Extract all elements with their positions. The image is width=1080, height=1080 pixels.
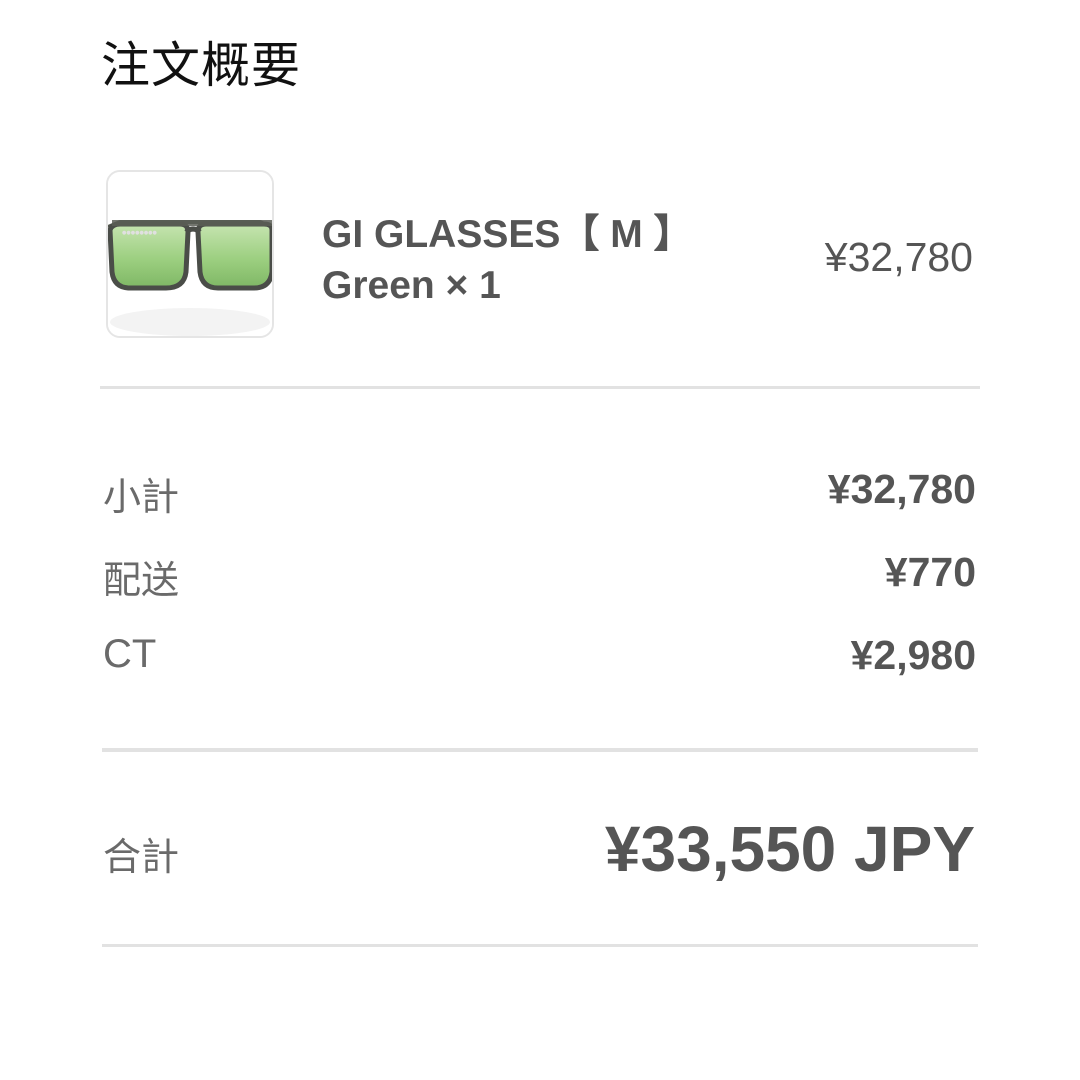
subtotal-value: ¥32,780 [827,466,976,512]
total-value: ¥33,550 JPY [604,813,975,885]
sunglasses-icon: ●●●●●●●● [108,172,272,336]
ct-value: ¥2,980 [850,632,976,678]
order-summary: 注文概要 ●●●●●●●● GI GLASSES【 M 】 Green × 1 … [0,0,1080,1080]
product-variant: Green × 1 [322,264,501,307]
product-price: ¥32,780 [824,234,973,280]
page-title: 注文概要 [101,37,302,94]
ct-label: CT [103,632,157,676]
divider [102,944,978,947]
shipping-value: ¥770 [884,549,976,595]
product-name: GI GLASSES【 M 】 [322,213,693,256]
divider [102,748,978,752]
shipping-label: 配送 [103,558,180,602]
subtotal-label: 小計 [103,475,180,519]
product-thumbnail: ●●●●●●●● [106,170,274,338]
svg-text:●●●●●●●●: ●●●●●●●● [122,230,158,236]
total-label: 合計 [103,835,180,879]
divider [100,386,980,389]
